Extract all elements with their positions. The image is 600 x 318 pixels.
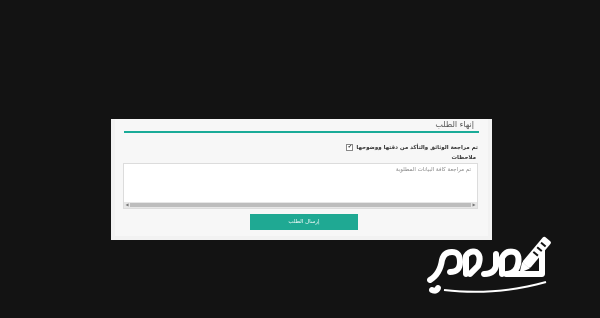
form-body: إنهاء الطلب ✔ تم مراجعة الوثائق والتأكد … [115,119,488,236]
notes-value: تم مراجعة كافة البيانات المطلوبة [395,167,471,173]
notes-label: ملاحظات [451,155,477,161]
scroll-thumb[interactable] [130,203,471,207]
scroll-right-arrow-icon[interactable]: ▶ [471,202,477,208]
confirm-checkbox[interactable]: ✔ [346,144,354,151]
mehtwa-logo [426,228,582,298]
section-title: إنهاء الطلب [435,120,474,129]
order-form-panel: إنهاء الطلب ✔ تم مراجعة الوثائق والتأكد … [111,119,492,240]
confirm-row: ✔ تم مراجعة الوثائق والتأكد من دقتها ووض… [346,144,478,151]
title-divider [124,131,479,133]
submit-order-button[interactable]: إرسال الطلب [250,214,358,230]
notes-scrollbar[interactable]: ◀ ▶ [124,202,477,208]
confirm-label: تم مراجعة الوثائق والتأكد من دقتها ووضوح… [356,144,478,151]
notes-textarea[interactable]: تم مراجعة كافة البيانات المطلوبة ◀ ▶ [123,163,478,209]
mehtwa-logo-graphic [427,236,551,294]
